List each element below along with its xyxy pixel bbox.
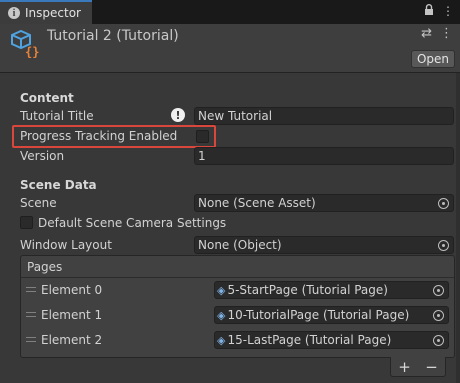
menu-icon[interactable]: ⋮ [442, 4, 454, 19]
lock-icon[interactable] [424, 4, 434, 19]
tutorial-page-icon: ◈ [217, 333, 226, 347]
element-1-label: Element 1 [41, 308, 103, 322]
pages-list-title: Pages [27, 259, 63, 274]
scene-field[interactable]: None (Scene Asset) [194, 194, 454, 212]
element-0-value: 5-StartPage (Tutorial Page) [227, 283, 388, 297]
object-picker-icon[interactable] [438, 198, 449, 209]
tutorial-page-icon: ◈ [217, 308, 226, 322]
element-0-field[interactable]: ◈ 5-StartPage (Tutorial Page) [214, 281, 449, 299]
list-footer: + − [390, 357, 446, 377]
more-icon[interactable]: ⋮ [440, 26, 453, 41]
object-picker-icon[interactable] [433, 285, 444, 296]
scene-field-value: None (Scene Asset) [198, 196, 316, 210]
warning-icon: ! [171, 108, 185, 122]
element-2-field[interactable]: ◈ 15-LastPage (Tutorial Page) [214, 331, 449, 349]
tutorial-page-icon: ◈ [217, 283, 226, 297]
drag-handle-icon[interactable] [26, 287, 36, 292]
drag-handle-icon[interactable] [26, 337, 36, 342]
element-2-label: Element 2 [41, 333, 103, 347]
add-element-button[interactable]: + [398, 358, 411, 376]
version-label: Version [20, 149, 65, 163]
tab-inspector-label: Inspector [25, 6, 81, 20]
window-layout-field[interactable]: None (Object) [194, 236, 454, 254]
open-button[interactable]: Open [411, 50, 455, 68]
scene-data-section-label: Scene Data [20, 178, 97, 192]
pages-list-header[interactable]: Pages [21, 256, 454, 278]
element-1-field[interactable]: ◈ 10-TutorialPage (Tutorial Page) [214, 306, 449, 324]
remove-element-button[interactable]: − [425, 358, 438, 376]
progress-tracking-checkbox[interactable] [196, 130, 209, 143]
object-picker-icon[interactable] [438, 240, 449, 251]
svg-text:{}: {} [25, 45, 39, 59]
progress-tracking-label: Progress Tracking Enabled [20, 129, 178, 143]
inspector-header: {} Tutorial 2 (Tutorial) ⇄ ⋮ [0, 24, 460, 72]
window-layout-value: None (Object) [198, 238, 282, 252]
scene-label: Scene [20, 196, 57, 210]
header-divider [0, 72, 460, 73]
window-layout-label: Window Layout [20, 238, 112, 252]
tutorial-title-field[interactable]: New Tutorial [194, 107, 454, 125]
settings-sliders-icon[interactable]: ⇄ [421, 26, 432, 41]
info-icon: i [8, 7, 20, 19]
default-camera-label: Default Scene Camera Settings [38, 216, 227, 230]
element-2-value: 15-LastPage (Tutorial Page) [227, 333, 392, 347]
tutorial-asset-icon: {} [10, 29, 40, 62]
header-tools: ⇄ ⋮ [421, 26, 453, 41]
tab-bar: i Inspector ⋮ [0, 0, 460, 24]
object-picker-icon[interactable] [433, 310, 444, 321]
element-0-label: Element 0 [41, 283, 103, 297]
drag-handle-icon[interactable] [26, 312, 36, 317]
asset-title: Tutorial 2 (Tutorial) [47, 28, 179, 44]
element-1-value: 10-TutorialPage (Tutorial Page) [227, 308, 410, 322]
version-field[interactable]: 1 [194, 147, 454, 165]
content-section-label: Content [20, 91, 74, 105]
object-picker-icon[interactable] [433, 335, 444, 346]
tutorial-title-label: Tutorial Title [20, 109, 94, 123]
tab-icons: ⋮ [424, 4, 454, 19]
scrollbar[interactable] [456, 73, 460, 383]
default-camera-checkbox[interactable] [20, 216, 33, 229]
tab-inspector[interactable]: i Inspector [0, 0, 92, 24]
